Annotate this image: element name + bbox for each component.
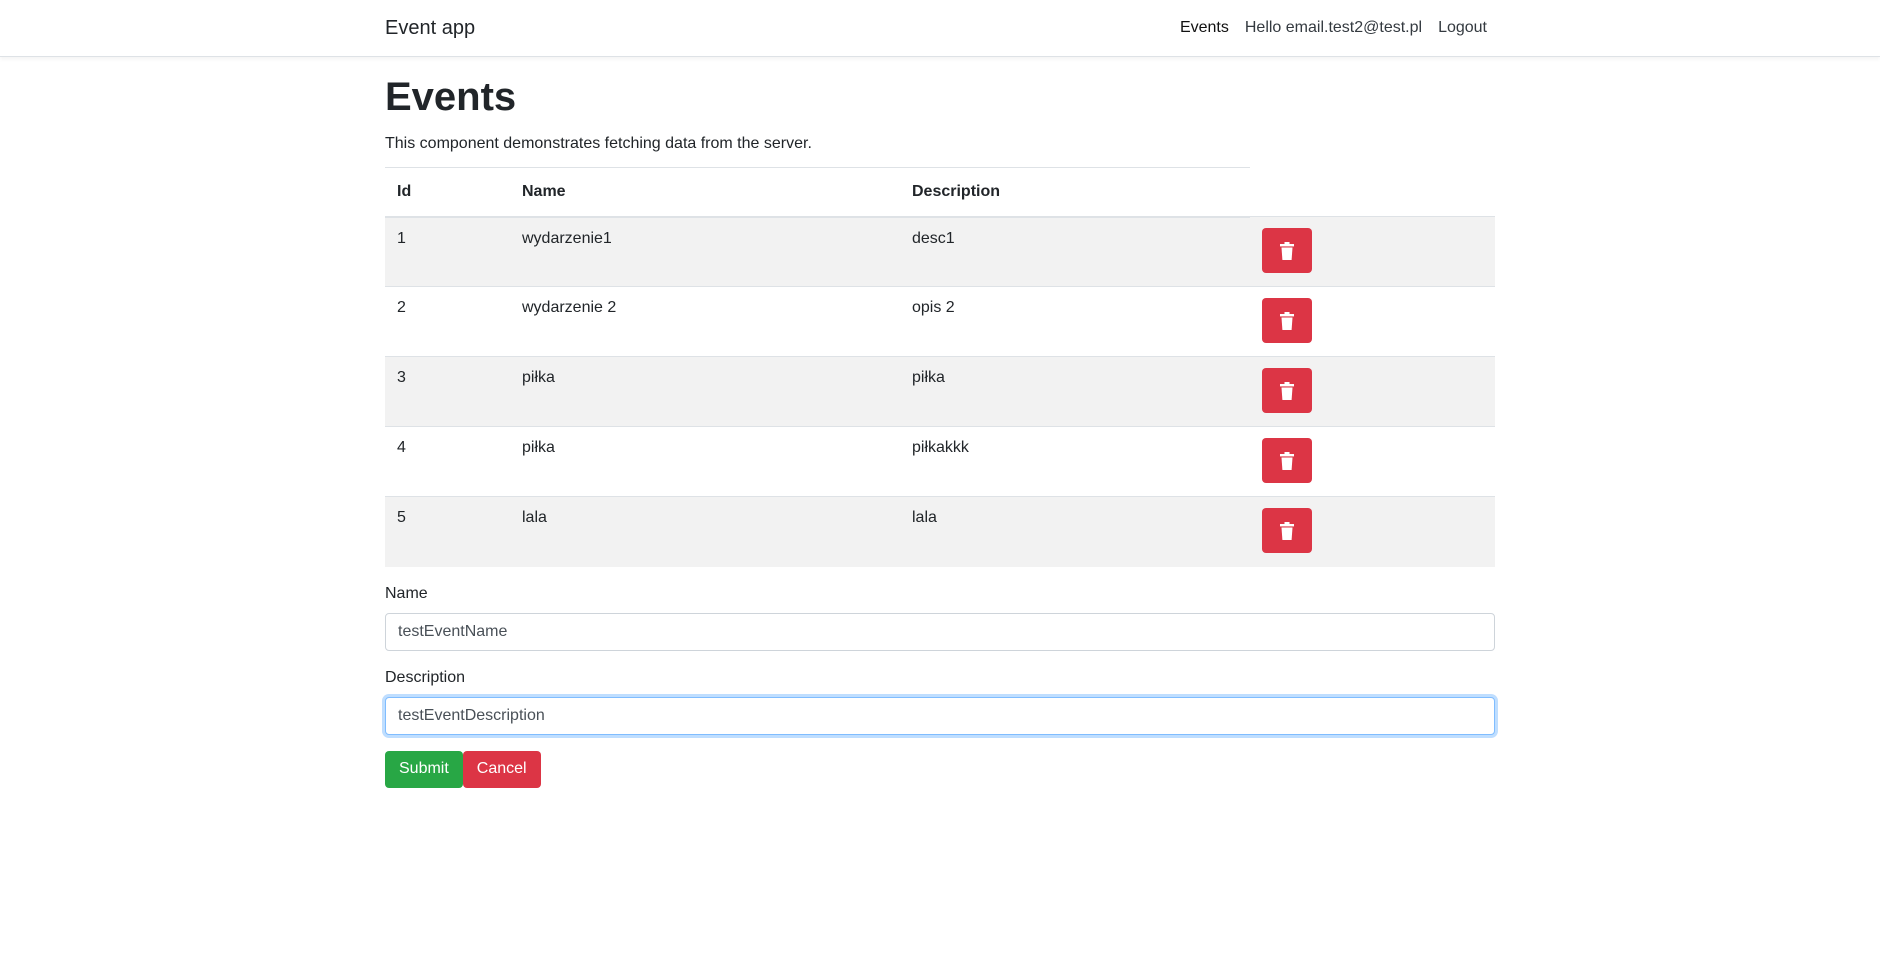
trash-icon <box>1280 311 1294 330</box>
delete-button[interactable] <box>1262 298 1312 343</box>
row-name: piłka <box>510 426 900 497</box>
navbar-inner: Event app Events Hello email.test2@test.… <box>385 0 1495 56</box>
delete-button[interactable] <box>1262 228 1312 273</box>
events-table: Id Name Description 1 wydarzenie1 desc1 <box>385 167 1495 567</box>
header-action <box>1250 167 1495 217</box>
row-id: 1 <box>385 216 510 287</box>
row-id: 2 <box>385 286 510 357</box>
page-subtitle: This component demonstrates fetching dat… <box>385 135 812 152</box>
row-action <box>1250 426 1495 497</box>
row-action <box>1250 216 1495 287</box>
row-description: desc1 <box>900 216 1250 287</box>
row-name: lala <box>510 496 900 567</box>
delete-button[interactable] <box>1262 508 1312 553</box>
row-id: 4 <box>385 426 510 497</box>
page-title: Events <box>385 75 517 119</box>
brand-link[interactable]: Event app <box>385 17 475 40</box>
row-action <box>1250 356 1495 427</box>
main-container: Events This component demonstrates fetch… <box>385 73 1495 788</box>
row-id: 5 <box>385 496 510 567</box>
navbar: Event app Events Hello email.test2@test.… <box>0 0 1880 57</box>
trash-icon <box>1280 451 1294 470</box>
nav-hello-user-link[interactable]: Hello email.test2@test.pl <box>1245 19 1422 37</box>
row-name: wydarzenie 2 <box>510 286 900 357</box>
name-input[interactable] <box>385 612 1495 651</box>
row-action <box>1250 496 1495 567</box>
delete-button[interactable] <box>1262 368 1312 413</box>
table-row: 4 piłka piłkakkk <box>385 426 1495 497</box>
row-description: lala <box>900 496 1250 567</box>
row-name: wydarzenie1 <box>510 216 900 287</box>
row-description: opis 2 <box>900 286 1250 357</box>
header-description: Description <box>900 167 1250 218</box>
table-row: 1 wydarzenie1 desc1 <box>385 216 1495 287</box>
nav-logout-link[interactable]: Logout <box>1438 19 1487 37</box>
table-body: 1 wydarzenie1 desc1 2 wydarzenie 2 opis … <box>385 216 1495 567</box>
row-action <box>1250 286 1495 357</box>
header-name: Name <box>510 167 900 218</box>
trash-icon <box>1280 241 1294 260</box>
row-description: piłka <box>900 356 1250 427</box>
trash-icon <box>1280 521 1294 540</box>
table-row: 2 wydarzenie 2 opis 2 <box>385 286 1495 357</box>
row-name: piłka <box>510 356 900 427</box>
table-head: Id Name Description <box>385 167 1495 218</box>
header-id: Id <box>385 167 510 218</box>
event-form: Name Description Submit Cancel <box>385 585 1495 788</box>
description-input[interactable] <box>385 696 1495 735</box>
name-form-group: Name <box>385 585 1495 651</box>
row-id: 3 <box>385 356 510 427</box>
table-header-row: Id Name Description <box>385 167 1495 218</box>
submit-button[interactable]: Submit <box>385 750 463 788</box>
row-description: piłkakkk <box>900 426 1250 497</box>
form-actions: Submit Cancel <box>385 750 1495 788</box>
nav-links: Events Hello email.test2@test.pl Logout <box>1164 19 1495 37</box>
nav-events-link[interactable]: Events <box>1180 19 1229 37</box>
table-row: 3 piłka piłka <box>385 356 1495 427</box>
description-form-group: Description <box>385 669 1495 735</box>
description-label: Description <box>385 668 466 686</box>
delete-button[interactable] <box>1262 438 1312 483</box>
name-label: Name <box>385 584 428 602</box>
table-row: 5 lala lala <box>385 496 1495 567</box>
trash-icon <box>1280 381 1294 400</box>
cancel-button[interactable]: Cancel <box>462 750 541 788</box>
